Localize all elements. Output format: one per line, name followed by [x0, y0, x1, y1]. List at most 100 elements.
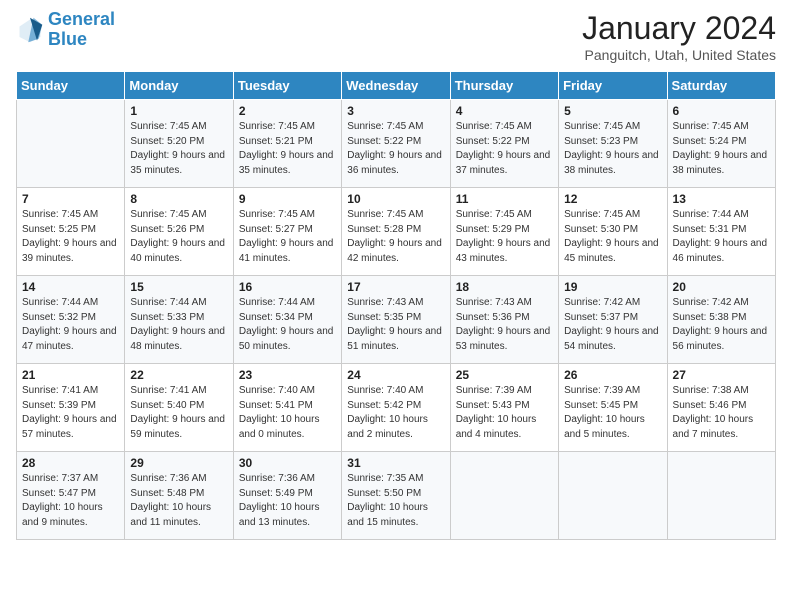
day-number: 21	[22, 368, 119, 382]
day-number: 7	[22, 192, 119, 206]
day-number: 10	[347, 192, 444, 206]
calendar-cell: 1Sunrise: 7:45 AMSunset: 5:20 PMDaylight…	[125, 100, 233, 188]
cell-info: Sunrise: 7:45 AMSunset: 5:20 PMDaylight:…	[130, 120, 227, 178]
calendar-cell: 5 Sunrise: 7:45 AMSunset: 5:23 PMDaylight…	[559, 100, 667, 188]
calendar-cell	[17, 100, 125, 188]
day-number: 19	[564, 280, 661, 294]
title-block: January 2024 Panguitch, Utah, United Sta…	[582, 10, 776, 63]
day-number: 6	[673, 104, 770, 118]
calendar-header-row: SundayMondayTuesdayWednesdayThursdayFrid…	[17, 72, 776, 100]
calendar-body: 1Sunrise: 7:45 AMSunset: 5:20 PMDaylight…	[17, 100, 776, 540]
day-number: 17	[347, 280, 444, 294]
day-number: 12	[564, 192, 661, 206]
cell-info: Sunrise: 7:41 AMSunset: 5:39 PMDaylight:…	[22, 384, 119, 442]
day-number: 11	[456, 192, 553, 206]
cell-info: Sunrise: 7:45 AMSunset: 5:23 PMDaylight:…	[564, 120, 661, 178]
logo-text: General Blue	[48, 10, 115, 50]
calendar-cell	[667, 452, 775, 540]
day-number: 22	[130, 368, 227, 382]
cell-info: Sunrise: 7:45 AMSunset: 5:22 PMDaylight:…	[347, 120, 444, 178]
cell-info: Sunrise: 7:39 AMSunset: 5:45 PMDaylight:…	[564, 384, 661, 442]
day-number: 26	[564, 368, 661, 382]
calendar-cell	[450, 452, 558, 540]
day-number: 8	[130, 192, 227, 206]
calendar-cell: 4 Sunrise: 7:45 AMSunset: 5:22 PMDaylight…	[450, 100, 558, 188]
day-number: 27	[673, 368, 770, 382]
calendar-cell: 16 Sunrise: 7:44 AMSunset: 5:34 PMDayligh…	[233, 276, 341, 364]
day-number: 16	[239, 280, 336, 294]
calendar-week-row: 1Sunrise: 7:45 AMSunset: 5:20 PMDaylight…	[17, 100, 776, 188]
cell-info: Sunrise: 7:44 AMSunset: 5:34 PMDaylight:…	[239, 296, 336, 354]
calendar-week-row: 7 Sunrise: 7:45 AMSunset: 5:25 PMDaylight…	[17, 188, 776, 276]
calendar-cell: 22Sunrise: 7:41 AMSunset: 5:40 PMDayligh…	[125, 364, 233, 452]
cell-info: Sunrise: 7:40 AMSunset: 5:41 PMDaylight:…	[239, 384, 336, 442]
calendar-cell: 9Sunrise: 7:45 AMSunset: 5:27 PMDaylight…	[233, 188, 341, 276]
cell-info: Sunrise: 7:45 AMSunset: 5:27 PMDaylight:…	[239, 208, 336, 266]
day-number: 28	[22, 456, 119, 470]
calendar-cell	[559, 452, 667, 540]
generalblue-icon	[16, 16, 44, 44]
calendar-cell: 14 Sunrise: 7:44 AMSunset: 5:32 PMDayligh…	[17, 276, 125, 364]
calendar-cell: 26 Sunrise: 7:39 AMSunset: 5:45 PMDayligh…	[559, 364, 667, 452]
cell-info: Sunrise: 7:45 AMSunset: 5:26 PMDaylight:…	[130, 208, 227, 266]
calendar-cell: 31 Sunrise: 7:35 AMSunset: 5:50 PMDayligh…	[342, 452, 450, 540]
calendar-cell: 21 Sunrise: 7:41 AMSunset: 5:39 PMDayligh…	[17, 364, 125, 452]
cell-info: Sunrise: 7:44 AMSunset: 5:31 PMDaylight:…	[673, 208, 770, 266]
calendar-cell: 28 Sunrise: 7:37 AMSunset: 5:47 PMDayligh…	[17, 452, 125, 540]
calendar-cell: 8 Sunrise: 7:45 AMSunset: 5:26 PMDaylight…	[125, 188, 233, 276]
calendar-cell: 13Sunrise: 7:44 AMSunset: 5:31 PMDayligh…	[667, 188, 775, 276]
calendar-cell: 7 Sunrise: 7:45 AMSunset: 5:25 PMDaylight…	[17, 188, 125, 276]
cell-info: Sunrise: 7:43 AMSunset: 5:36 PMDaylight:…	[456, 296, 553, 354]
cell-info: Sunrise: 7:35 AMSunset: 5:50 PMDaylight:…	[347, 472, 444, 530]
weekday-header: Wednesday	[342, 72, 450, 100]
day-number: 15	[130, 280, 227, 294]
calendar-cell: 6Sunrise: 7:45 AMSunset: 5:24 PMDaylight…	[667, 100, 775, 188]
cell-info: Sunrise: 7:45 AMSunset: 5:30 PMDaylight:…	[564, 208, 661, 266]
day-number: 23	[239, 368, 336, 382]
calendar-table: SundayMondayTuesdayWednesdayThursdayFrid…	[16, 71, 776, 540]
cell-info: Sunrise: 7:44 AMSunset: 5:32 PMDaylight:…	[22, 296, 119, 354]
calendar-cell: 25 Sunrise: 7:39 AMSunset: 5:43 PMDayligh…	[450, 364, 558, 452]
header: General Blue January 2024 Panguitch, Uta…	[16, 10, 776, 63]
calendar-cell: 27Sunrise: 7:38 AMSunset: 5:46 PMDayligh…	[667, 364, 775, 452]
calendar-week-row: 21 Sunrise: 7:41 AMSunset: 5:39 PMDayligh…	[17, 364, 776, 452]
calendar-cell: 24 Sunrise: 7:40 AMSunset: 5:42 PMDayligh…	[342, 364, 450, 452]
cell-info: Sunrise: 7:45 AMSunset: 5:28 PMDaylight:…	[347, 208, 444, 266]
calendar-cell: 2 Sunrise: 7:45 AMSunset: 5:21 PMDaylight…	[233, 100, 341, 188]
cell-info: Sunrise: 7:39 AMSunset: 5:43 PMDaylight:…	[456, 384, 553, 442]
cell-info: Sunrise: 7:42 AMSunset: 5:37 PMDaylight:…	[564, 296, 661, 354]
logo: General Blue	[16, 10, 115, 50]
calendar-cell: 29 Sunrise: 7:36 AMSunset: 5:48 PMDayligh…	[125, 452, 233, 540]
day-number: 25	[456, 368, 553, 382]
day-number: 29	[130, 456, 227, 470]
weekday-header: Sunday	[17, 72, 125, 100]
main-title: January 2024	[582, 10, 776, 47]
weekday-header: Thursday	[450, 72, 558, 100]
day-number: 20	[673, 280, 770, 294]
calendar-cell: 23 Sunrise: 7:40 AMSunset: 5:41 PMDayligh…	[233, 364, 341, 452]
weekday-header: Tuesday	[233, 72, 341, 100]
cell-info: Sunrise: 7:37 AMSunset: 5:47 PMDaylight:…	[22, 472, 119, 530]
cell-info: Sunrise: 7:40 AMSunset: 5:42 PMDaylight:…	[347, 384, 444, 442]
cell-info: Sunrise: 7:45 AMSunset: 5:22 PMDaylight:…	[456, 120, 553, 178]
cell-info: Sunrise: 7:36 AMSunset: 5:48 PMDaylight:…	[130, 472, 227, 530]
day-number: 24	[347, 368, 444, 382]
day-number: 2	[239, 104, 336, 118]
day-number: 31	[347, 456, 444, 470]
day-number: 4	[456, 104, 553, 118]
weekday-header: Friday	[559, 72, 667, 100]
calendar-cell: 10 Sunrise: 7:45 AMSunset: 5:28 PMDayligh…	[342, 188, 450, 276]
weekday-header: Saturday	[667, 72, 775, 100]
cell-info: Sunrise: 7:45 AMSunset: 5:25 PMDaylight:…	[22, 208, 119, 266]
cell-info: Sunrise: 7:42 AMSunset: 5:38 PMDaylight:…	[673, 296, 770, 354]
calendar-cell: 15 Sunrise: 7:44 AMSunset: 5:33 PMDayligh…	[125, 276, 233, 364]
cell-info: Sunrise: 7:44 AMSunset: 5:33 PMDaylight:…	[130, 296, 227, 354]
cell-info: Sunrise: 7:45 AMSunset: 5:21 PMDaylight:…	[239, 120, 336, 178]
subtitle: Panguitch, Utah, United States	[582, 47, 776, 63]
day-number: 3	[347, 104, 444, 118]
day-number: 14	[22, 280, 119, 294]
day-number: 30	[239, 456, 336, 470]
weekday-header: Monday	[125, 72, 233, 100]
day-number: 5	[564, 104, 661, 118]
logo-line1: General	[48, 9, 115, 29]
